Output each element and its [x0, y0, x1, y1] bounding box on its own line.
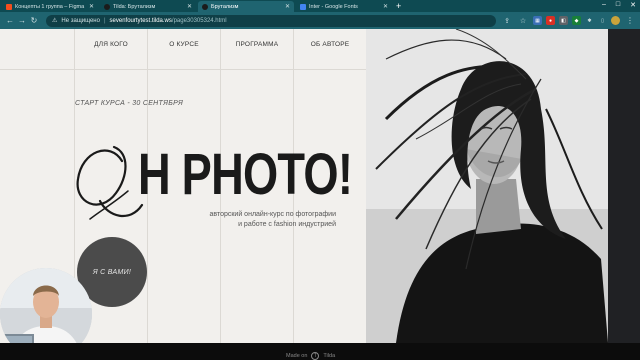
close-icon[interactable]: ✕: [285, 3, 290, 10]
extensions-puzzle-icon[interactable]: ✱: [585, 16, 594, 25]
close-icon[interactable]: ✕: [89, 3, 94, 10]
subtitle-line: авторский онлайн-курс по фотографии: [209, 211, 336, 218]
nav-divider: [0, 69, 366, 70]
security-label: Не защищено: [61, 17, 100, 24]
nav-item-for-whom[interactable]: ДЛЯ КОГО: [75, 41, 147, 48]
tab-title: Tilda: Брутализм: [113, 3, 156, 10]
course-start-text: СТАРТ КУРСА - 30 СЕНТЯБРЯ: [75, 100, 184, 107]
share-icon[interactable]: ⇪: [501, 17, 513, 25]
menu-kebab-icon[interactable]: ⋮: [624, 16, 636, 25]
footer-brand: Tilda: [323, 353, 336, 359]
back-icon[interactable]: ←: [4, 16, 16, 25]
address-bar[interactable]: ⚠ Не защищено | sevenfourtytest.tilda.ws…: [46, 14, 496, 27]
tilda-icon: [202, 3, 208, 10]
made-on-tilda[interactable]: Made on T Tilda: [286, 352, 335, 360]
extension-icon[interactable]: ◆: [572, 16, 581, 25]
sidebar-icon[interactable]: ▯: [598, 16, 607, 25]
browser-toolbar: ← → ↻ ⚠ Не защищено | sevenfourtytest.ti…: [0, 12, 640, 29]
minimize-icon[interactable]: –: [602, 1, 606, 9]
extension-icon[interactable]: ●: [546, 16, 555, 25]
woman-portrait-image: [366, 29, 608, 343]
reload-icon[interactable]: ↻: [28, 16, 40, 25]
join-button-label: Я С ВАМИ!: [92, 268, 132, 276]
subtitle-line: и работе с fashion индустрией: [238, 220, 336, 228]
nav-item-about-course[interactable]: О КУРСЕ: [148, 41, 220, 48]
tab-title: Концепты 1 группа – Figma: [15, 3, 85, 10]
tab-bar: Концепты 1 группа – Figma ✕ Tilda: Брута…: [0, 0, 640, 12]
nav-item-about-author[interactable]: ОБ АВТОРЕ: [294, 41, 366, 48]
profile-avatar[interactable]: [611, 16, 620, 25]
close-icon[interactable]: ✕: [383, 3, 388, 10]
figma-icon: [6, 3, 12, 10]
extension-icon[interactable]: ▦: [533, 16, 542, 25]
maximize-icon[interactable]: □: [616, 1, 620, 9]
bookmark-star-icon[interactable]: ☆: [517, 17, 529, 25]
close-icon[interactable]: ✕: [187, 3, 192, 10]
hero-photo: [366, 29, 608, 343]
new-tab-button[interactable]: +: [396, 1, 401, 12]
close-window-icon[interactable]: ✕: [630, 1, 636, 9]
warning-icon[interactable]: ⚠: [52, 17, 57, 24]
extension-icon[interactable]: ◧: [559, 16, 568, 25]
hero-headline: Н PHOTO!: [138, 142, 353, 207]
tab-tilda-brutalism[interactable]: Tilda: Брутализм ✕: [100, 1, 196, 12]
tab-google-fonts[interactable]: Inter - Google Fonts ✕: [296, 1, 392, 12]
hero-subtitle: авторский онлайн-курс по фотографии и ра…: [180, 210, 336, 229]
window-controls: – □ ✕: [602, 1, 636, 9]
page-content: ДЛЯ КОГО О КУРСЕ ПРОГРАММА ОБ АВТОРЕ СТА…: [0, 29, 640, 343]
google-fonts-icon: [300, 3, 306, 10]
nav-item-program[interactable]: ПРОГРАММА: [221, 41, 293, 48]
separator: |: [103, 17, 106, 24]
url-domain: sevenfourtytest.tilda.ws: [109, 17, 172, 24]
tab-title: Брутализм: [211, 3, 239, 10]
url-path: /page30305324.html: [171, 17, 227, 24]
tab-title: Inter - Google Fonts: [309, 3, 358, 10]
page-margin: [608, 29, 640, 343]
footer-made-on: Made on: [286, 353, 308, 359]
forward-icon[interactable]: →: [16, 16, 28, 25]
tab-brutalism[interactable]: Брутализм ✕: [198, 1, 294, 12]
tilda-icon: [104, 3, 110, 10]
extensions-area: ⇪ ☆ ▦ ● ◧ ◆ ✱ ▯ ⋮: [501, 16, 636, 25]
tilda-logo-icon: T: [311, 352, 320, 360]
tab-figma[interactable]: Концепты 1 группа – Figma ✕: [2, 1, 98, 12]
